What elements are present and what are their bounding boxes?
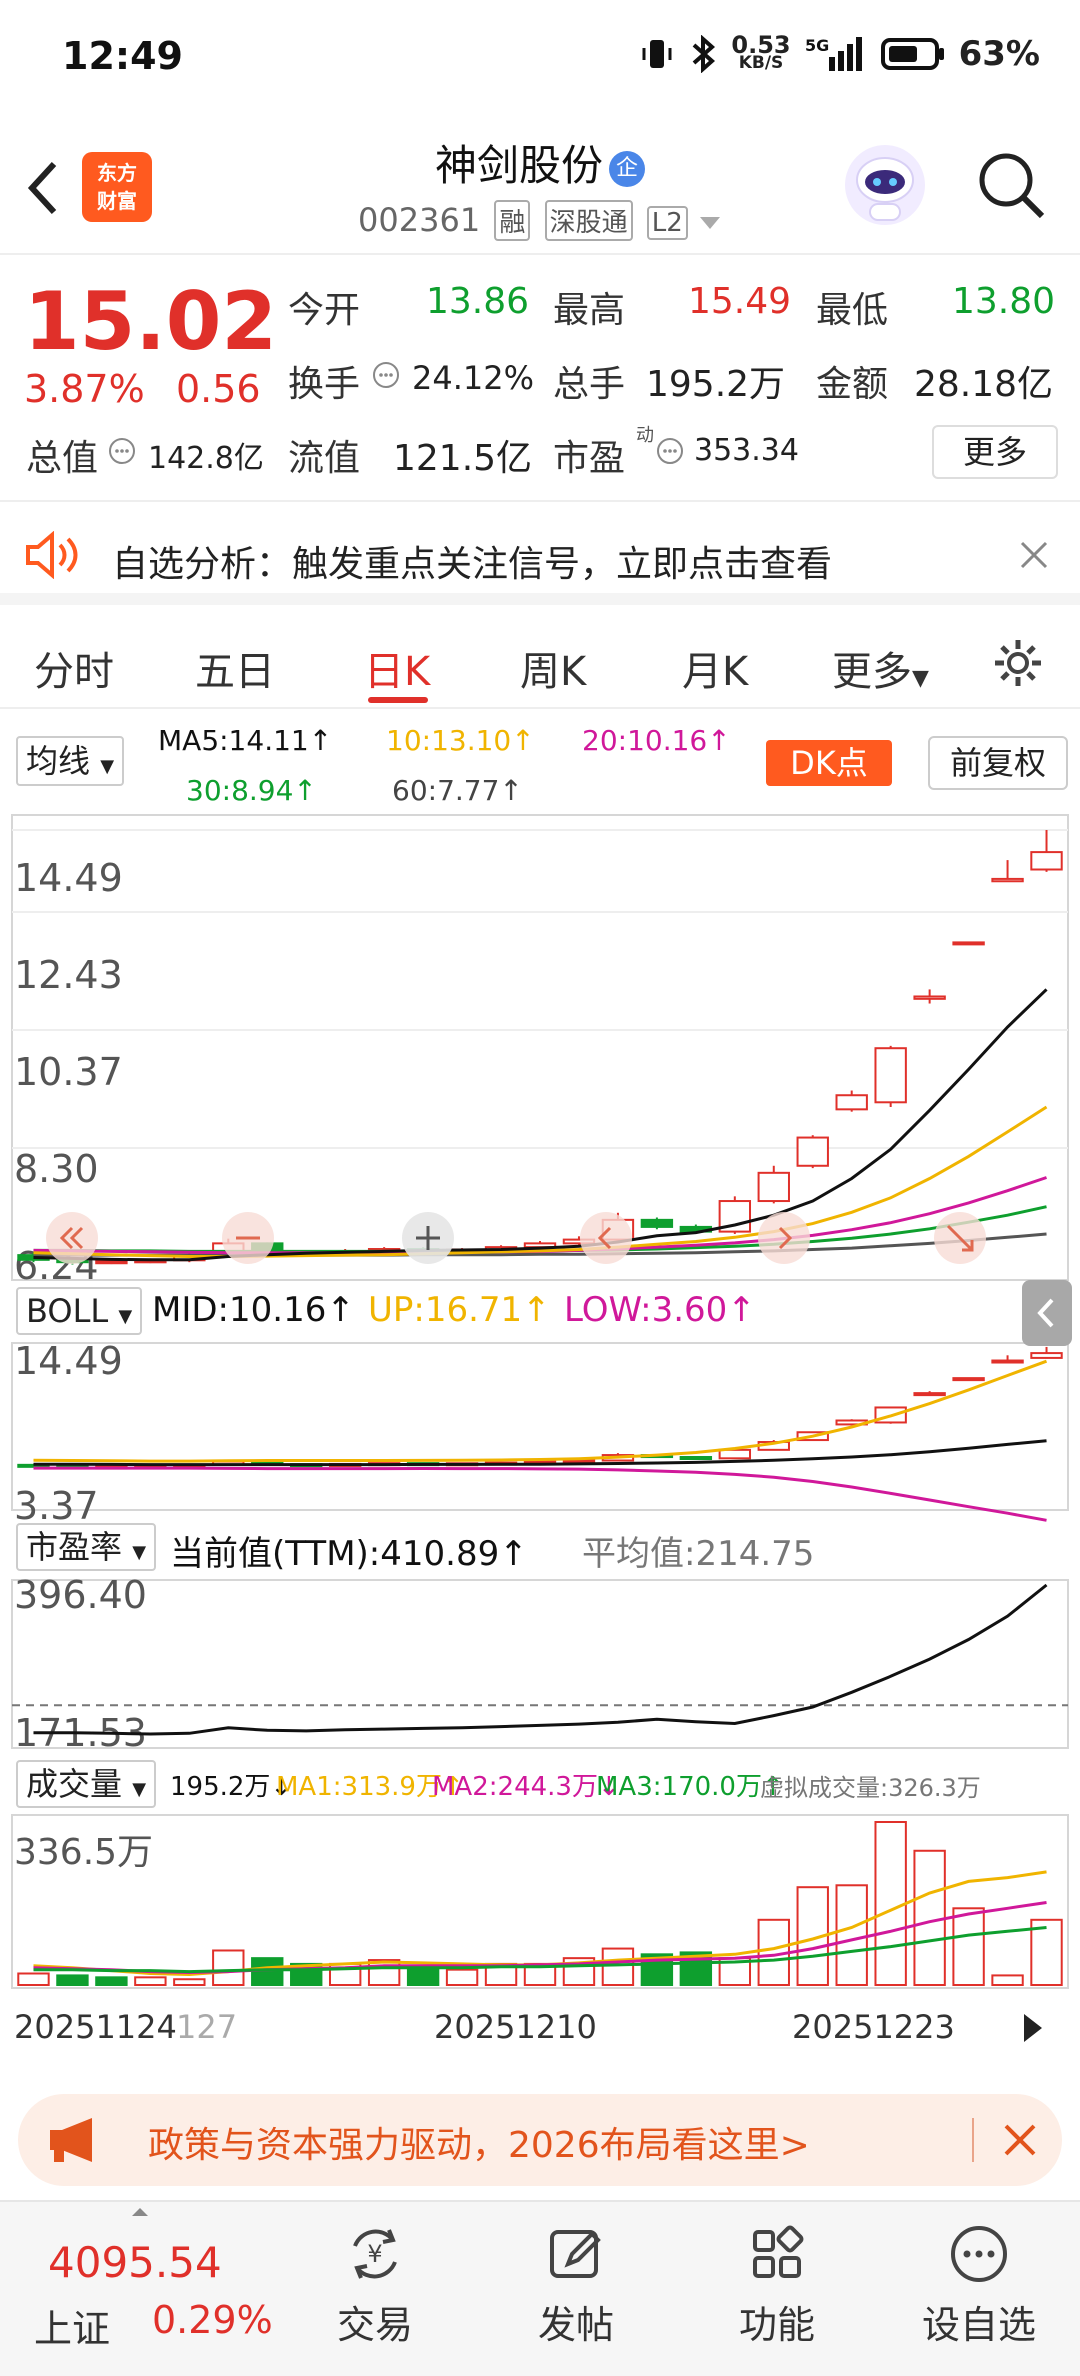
close-icon[interactable] — [1000, 2120, 1040, 2160]
date-tick: 20251124 — [14, 2008, 177, 2046]
panel-frame — [11, 1579, 1069, 1749]
volume-bar — [17, 1972, 50, 1987]
collapse-panel-icon[interactable] — [1022, 1280, 1072, 1346]
volume-bar — [56, 1974, 89, 1986]
volume-bar — [874, 1821, 907, 1986]
volume-bar — [913, 1849, 946, 1986]
candle-body — [952, 941, 985, 946]
volume-bar — [952, 1907, 985, 1986]
nav-post[interactable]: 发帖 — [501, 2222, 651, 2349]
candle-body — [757, 1171, 790, 1203]
zoom-out-icon[interactable] — [220, 1210, 276, 1266]
date-tick: 127 — [176, 2008, 238, 2046]
volume-bar — [835, 1884, 868, 1986]
volume-bar — [173, 1978, 206, 1987]
boll-candle-body — [1030, 1352, 1063, 1359]
y-tick-label: 14.49 — [14, 856, 123, 900]
volume-bar — [445, 1968, 479, 1986]
boll-up: UP:16.71↑ — [368, 1290, 551, 1330]
more-dots-icon — [951, 2226, 1007, 2282]
nav-functions[interactable]: 功能 — [702, 2222, 852, 2349]
y-tick-label: 3.37 — [14, 1484, 99, 1528]
boll-candle-body — [718, 1448, 752, 1460]
y-tick-label: 8.30 — [14, 1147, 99, 1191]
panel-frame — [11, 814, 1069, 1281]
boll-candle-body — [913, 1392, 946, 1397]
scroll-right-icon[interactable] — [756, 1210, 812, 1266]
index-value[interactable]: 4095.54 — [48, 2238, 222, 2287]
vol-ma3: MA3:170.0万↑ — [596, 1772, 784, 1802]
candle-body — [796, 1136, 829, 1167]
svg-text:¥: ¥ — [367, 2240, 382, 2268]
scroll-left-icon[interactable] — [578, 1210, 634, 1266]
volume-selector[interactable]: 成交量 ▼ — [16, 1760, 157, 1808]
candle-body — [640, 1218, 674, 1228]
volume-bar — [406, 1966, 440, 1987]
vol-ma1-line — [33, 1870, 1047, 1977]
candle-body — [835, 1094, 868, 1111]
y-tick-label: 336.5万 — [14, 1832, 153, 1873]
reset-view-icon[interactable] — [932, 1210, 988, 1266]
pe-current: 当前值(TTM):410.89↑ — [170, 1534, 528, 1574]
index-name[interactable]: 上证 — [34, 2298, 110, 2353]
promo-text: 政策与资本强力驱动，2026布局看这里> — [148, 2125, 810, 2166]
edit-icon — [550, 2230, 601, 2278]
boll-candle-body — [952, 1377, 985, 1382]
vol-value: 195.2万↓ — [170, 1772, 293, 1802]
y-tick-label: 12.43 — [14, 953, 123, 997]
scroll-left-fast-icon[interactable] — [44, 1210, 100, 1266]
trade-icon: ¥ — [353, 2229, 397, 2279]
promo-divider — [972, 2118, 974, 2162]
index-change[interactable]: 0.29% — [152, 2298, 273, 2342]
volume-bar — [134, 1976, 167, 1987]
megaphone-icon — [50, 2118, 92, 2162]
boll-candle-body — [562, 1459, 596, 1464]
date-tick: 20251210 — [434, 2008, 597, 2046]
candle-body — [95, 1260, 128, 1265]
candle-body — [1030, 851, 1063, 871]
date-tick: 20251223 — [792, 2008, 955, 2046]
vol-ma2-line — [33, 1901, 1047, 1975]
chevron-up-icon[interactable] — [130, 2206, 150, 2218]
boll-low-line — [33, 1466, 1047, 1522]
y-tick-label: 14.49 — [14, 1339, 123, 1383]
candle-body — [913, 995, 946, 1000]
nav-trade[interactable]: ¥ 交易 — [300, 2222, 450, 2349]
pe-line — [33, 1583, 1048, 1736]
promo-banner[interactable]: 政策与资本强力驱动，2026布局看这里> — [18, 2094, 1062, 2186]
candle-body — [874, 1047, 907, 1104]
volume-bar — [95, 1976, 128, 1987]
panel-frame — [11, 1342, 1069, 1511]
volume-bar — [601, 1947, 635, 1986]
boll-mid: MID:10.16↑ — [152, 1290, 355, 1330]
y-tick-label: 396.40 — [14, 1573, 147, 1617]
grid-icon — [753, 2225, 804, 2278]
boll-selector[interactable]: BOLL ▼ — [16, 1287, 143, 1335]
volume-bar — [212, 1949, 245, 1986]
boll-candle-body — [679, 1456, 713, 1461]
y-tick-label: 10.37 — [14, 1050, 123, 1094]
pe-average: 平均值:214.75 — [582, 1534, 815, 1574]
vol-ma2: MA2:244.3万↓ — [432, 1772, 620, 1802]
bottom-nav: 4095.54 上证 0.29% ¥ 交易 发帖 功能 设自选 — [0, 2200, 1080, 2376]
next-page-icon[interactable] — [1016, 2010, 1048, 2046]
zoom-in-icon[interactable] — [400, 1210, 456, 1266]
candle-body — [991, 877, 1024, 883]
nav-add-watchlist[interactable]: 设自选 — [904, 2222, 1054, 2349]
pe-selector[interactable]: 市盈率 ▼ — [16, 1523, 157, 1571]
virtual-volume: 虚拟成交量:326.3万 — [760, 1774, 981, 1802]
boll-candle-body — [991, 1359, 1024, 1364]
boll-low: LOW:3.60↑ — [564, 1290, 756, 1330]
volume-bar — [991, 1974, 1024, 1986]
